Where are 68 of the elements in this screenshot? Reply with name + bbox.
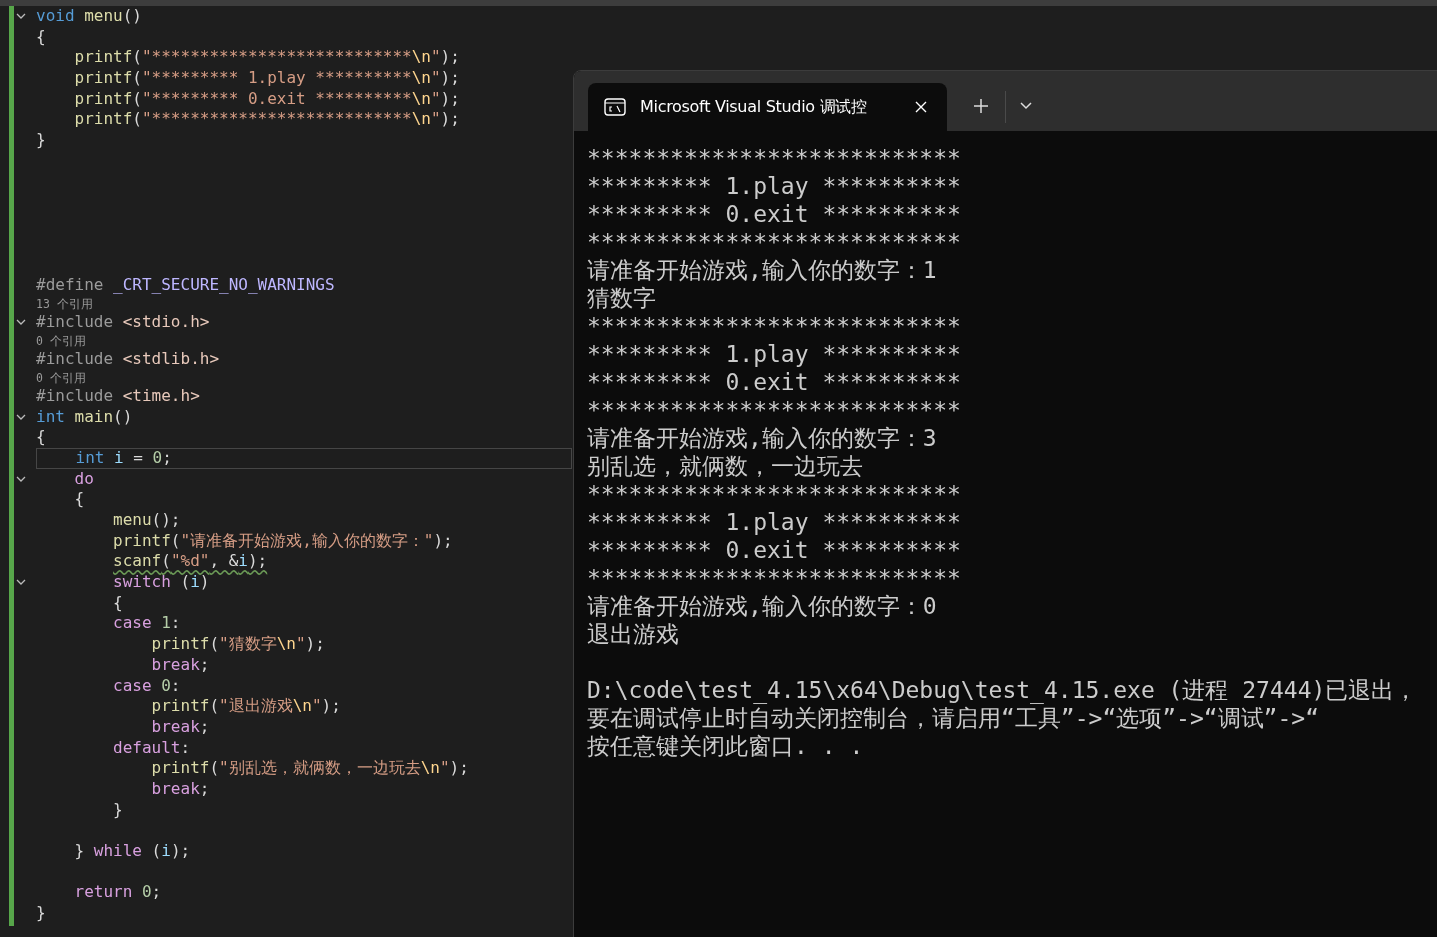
collapse-chevron-icon[interactable] [16, 476, 26, 482]
code-line: { [74, 489, 85, 511]
collapse-chevron-icon[interactable] [16, 319, 26, 326]
code-line: break; [151, 716, 210, 738]
console-output-line: *************************** [587, 564, 961, 592]
console-message-line: 按任意键关闭此窗口. . . [587, 732, 864, 760]
code-line: int i = 0; [75, 447, 172, 469]
code-line: printf("请准备开始游戏,输入你的数字："); [113, 530, 453, 552]
code-line: } while (i); [74, 841, 191, 862]
console-output-line: 请准备开始游戏,输入你的数字：0 [587, 592, 937, 620]
console-output-line: *************************** [587, 396, 961, 424]
console-tab[interactable]: Microsoft Visual Studio 调试控 [588, 83, 947, 131]
code-line: case 1: [113, 613, 181, 635]
console-output-line: 请准备开始游戏,输入你的数字：3 [587, 424, 937, 452]
collapse-chevron-icon[interactable] [16, 413, 26, 420]
code-line: #include <stdlib.h> [36, 348, 220, 370]
code-line: } [36, 903, 46, 924]
console-output-line: *************************** [587, 144, 961, 172]
close-icon[interactable] [915, 101, 927, 113]
code-line: #define _CRT_SECURE_NO_WARNINGS [36, 274, 335, 296]
code-line: return 0; [74, 882, 162, 904]
console-message-line: 要在调试停止时自动关闭控制台，请启用“工具”->“选项”->“调试”->“ [587, 704, 1319, 732]
code-line: break; [151, 778, 210, 800]
code-line: #include <stdio.h> [36, 311, 210, 333]
console-output-line: ********* 1.play ********** [587, 508, 961, 536]
console-output-line: *************************** [587, 312, 961, 340]
code-line: printf("***************************\n"); [74, 47, 460, 69]
console-output-line: 请准备开始游戏,输入你的数字：1 [587, 256, 937, 284]
code-line: printf("退出游戏\n"); [151, 696, 341, 717]
console-output-line: *************************** [587, 480, 961, 508]
code-line: switch (i) [113, 572, 210, 593]
collapse-chevron-icon[interactable] [16, 13, 26, 20]
code-line: printf("别乱选，就俩数，一边玩去\n"); [151, 758, 469, 779]
console-message-line: D:\code\test_4.15\x64\Debug\test_4.15.exe (进程 27444)已退出， [587, 676, 1418, 704]
dropdown-chevron-icon[interactable] [1020, 102, 1032, 110]
console-output-line: 退出游戏 [587, 620, 679, 648]
code-line: #include <time.h> [36, 385, 200, 407]
code-line: void menu() [36, 6, 142, 27]
console-output-line: ********* 0.exit ********** [587, 536, 961, 564]
console-output-line: ********* 1.play ********** [587, 172, 961, 200]
code-line: printf("********* 1.play **********\n"); [74, 68, 460, 89]
code-line: printf("********* 0.exit **********\n"); [74, 88, 460, 110]
reference-count[interactable]: 0 个引用 [36, 370, 86, 385]
console-icon [604, 98, 626, 116]
code-line: do [74, 468, 94, 490]
code-line: break; [151, 654, 210, 676]
console-output-line: ********* 0.exit ********** [587, 200, 961, 228]
collapse-chevron-icon[interactable] [16, 579, 26, 586]
reference-count[interactable]: 0 个引用 [36, 333, 86, 348]
console-output-line: 别乱选，就俩数，一边玩去 [587, 452, 863, 480]
console-output-line: 猜数字 [587, 284, 656, 312]
reference-count[interactable]: 13 个引用 [36, 296, 93, 311]
code-line: menu(); [113, 510, 181, 531]
code-line: case 0: [113, 675, 181, 697]
console-output-line: ********* 1.play ********** [587, 340, 961, 368]
code-line: scanf("%d", &i); [113, 551, 268, 573]
console-output-line: ********* 0.exit ********** [587, 368, 961, 396]
code-line: { [36, 26, 46, 48]
code-line: printf("猜数字\n"); [151, 634, 325, 655]
code-line: } [36, 130, 46, 151]
code-line: { [113, 592, 123, 614]
code-line: { [36, 427, 46, 448]
code-line: printf("***************************\n"); [74, 109, 460, 131]
code-line: } [113, 799, 123, 821]
new-tab-plus-icon[interactable] [973, 98, 989, 114]
code-line: int main() [36, 406, 133, 428]
code-line: default: [113, 737, 191, 759]
console-output-line: *************************** [587, 228, 961, 256]
